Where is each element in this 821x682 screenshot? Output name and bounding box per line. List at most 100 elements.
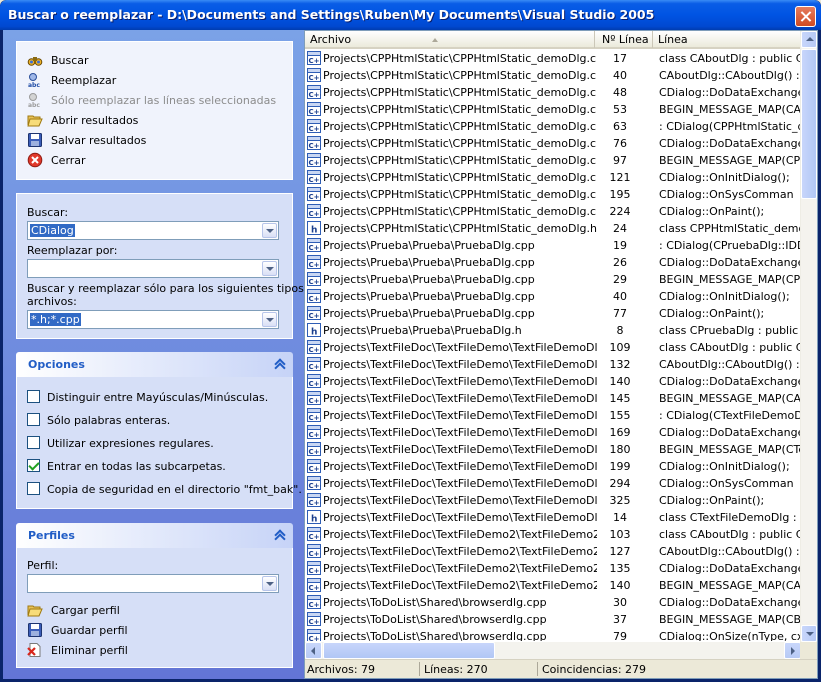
cell-line-text: : CDialog(CTextFileDemoDlg [659, 409, 801, 422]
table-row[interactable]: C++Projects\TextFileDoc\TextFileDemo\Tex… [305, 373, 801, 390]
table-row[interactable]: C++Projects\Prueba\Prueba\PruebaDlg.cpp 2… [305, 254, 801, 271]
svg-text:C++: C++ [309, 210, 322, 218]
table-row[interactable]: C++Projects\CPPHtmlStatic\CPPHtmlStatic_… [305, 84, 801, 101]
cell-line-number: 76 [613, 137, 627, 150]
table-row[interactable]: C++Projects\ToDoList\Shared\browserdlg.c… [305, 611, 801, 628]
table-row[interactable]: C++Projects\CPPHtmlStatic\CPPHtmlStatic_… [305, 101, 801, 118]
scroll-left-button[interactable] [305, 642, 322, 659]
table-row[interactable]: C++Projects\TextFileDoc\TextFileDemo\Tex… [305, 475, 801, 492]
table-row[interactable]: C++Projects\Prueba\Prueba\PruebaDlg.cpp 2… [305, 271, 801, 288]
cpp-file-icon: C++ [307, 204, 326, 218]
table-row[interactable]: C++Projects\TextFileDoc\TextFileDemo\Tex… [305, 424, 801, 441]
cpp-file-icon: C++ [307, 442, 326, 456]
match-case-checkbox[interactable] [27, 390, 40, 403]
vertical-scrollbar[interactable] [800, 31, 817, 643]
results-list[interactable]: Archivo Nº Línea Línea C++Projects\CPPHt… [304, 30, 818, 679]
vertical-scroll-thumb[interactable] [801, 49, 817, 199]
table-row[interactable]: C++Projects\Prueba\Prueba\PruebaDlg.cpp 1… [305, 237, 801, 254]
svg-text:C++: C++ [309, 108, 322, 116]
table-row[interactable]: h Projects\TextFileDoc\TextFileDemo\TextF… [305, 509, 801, 526]
horizontal-scroll-thumb[interactable] [323, 642, 495, 659]
table-row[interactable]: h Projects\Prueba\Prueba\PruebaDlg.h 8 clas… [305, 322, 801, 339]
svg-text:C++: C++ [309, 176, 322, 184]
cell-line-text: class CAboutDlg : public CDial [659, 52, 801, 65]
file-types-label: Buscar y reemplazar sólo para los siguie… [27, 282, 322, 295]
cell-file: Projects\TextFileDoc\TextFileDemo\TextFi… [323, 477, 597, 490]
cell-line-text: CDialog::DoDataExchange( [659, 562, 801, 575]
cell-file: Projects\CPPHtmlStatic\CPPHtmlStatic_dem… [323, 188, 597, 201]
subfolders-checkbox[interactable] [27, 459, 40, 472]
cell-file: Projects\CPPHtmlStatic\CPPHtmlStatic_dem… [323, 86, 597, 99]
action-label: Cerrar [51, 154, 86, 167]
table-row[interactable]: C++Projects\TextFileDoc\TextFileDemo\Tex… [305, 356, 801, 373]
table-row[interactable]: C++Projects\CPPHtmlStatic\CPPHtmlStatic_… [305, 50, 801, 67]
collapse-chevron-icon[interactable] [273, 357, 287, 371]
horizontal-scrollbar[interactable] [305, 642, 801, 659]
cell-file: Projects\CPPHtmlStatic\CPPHtmlStatic_dem… [323, 171, 597, 184]
profiles-header[interactable]: Perfiles [16, 523, 293, 548]
table-row[interactable]: C++Projects\ToDoList\Shared\browserdlg.c… [305, 594, 801, 611]
table-row[interactable]: C++Projects\TextFileDoc\TextFileDemo2\Te… [305, 577, 801, 594]
svg-text:C++: C++ [309, 448, 322, 456]
folder-open-icon [27, 602, 43, 618]
table-row[interactable]: C++Projects\CPPHtmlStatic\CPPHtmlStatic_… [305, 186, 801, 203]
scroll-up-button[interactable] [801, 31, 817, 48]
cell-line-number: 63 [613, 120, 627, 133]
column-header-archivo[interactable]: Archivo [305, 31, 595, 48]
cpp-file-icon: C++ [307, 425, 326, 439]
column-header-linea[interactable]: Línea [653, 31, 801, 48]
table-row[interactable]: C++Projects\CPPHtmlStatic\CPPHtmlStatic_… [305, 152, 801, 169]
table-row[interactable]: C++Projects\TextFileDoc\TextFileDemo\Tex… [305, 458, 801, 475]
table-row[interactable]: C++Projects\CPPHtmlStatic\CPPHtmlStatic_… [305, 67, 801, 84]
backup-checkbox[interactable] [27, 482, 40, 495]
find-dropdown-icon[interactable] [262, 223, 277, 238]
table-row[interactable]: C++Projects\CPPHtmlStatic\CPPHtmlStatic_… [305, 118, 801, 135]
binoculars-icon [27, 52, 43, 68]
window-close-button[interactable] [795, 6, 816, 27]
table-row[interactable]: C++Projects\TextFileDoc\TextFileDemo2\Te… [305, 560, 801, 577]
action-label: Salvar resultados [51, 134, 147, 147]
table-row[interactable]: C++Projects\TextFileDoc\TextFileDemo\Tex… [305, 339, 801, 356]
whole-words-checkbox[interactable] [27, 413, 40, 426]
table-row[interactable]: h Projects\CPPHtmlStatic\CPPHtmlStatic_de… [305, 220, 801, 237]
scroll-down-button[interactable] [801, 625, 817, 642]
regex-checkbox[interactable] [27, 436, 40, 449]
file-types-combobox[interactable]: *.h;*.cpp [27, 310, 279, 329]
scroll-right-button[interactable] [784, 642, 801, 659]
replace-combobox[interactable] [27, 259, 279, 278]
find-combobox[interactable]: CDialog [27, 221, 279, 240]
table-row[interactable]: C++Projects\TextFileDoc\TextFileDemo\Tex… [305, 390, 801, 407]
svg-text:C++: C++ [309, 91, 322, 99]
cell-line-number: 121 [609, 171, 631, 184]
table-row[interactable]: C++Projects\TextFileDoc\TextFileDemo2\Te… [305, 543, 801, 560]
options-header[interactable]: Opciones [16, 352, 293, 377]
table-row[interactable]: C++Projects\CPPHtmlStatic\CPPHtmlStatic_… [305, 135, 801, 152]
option-label: Sólo palabras enteras. [47, 414, 171, 427]
collapse-chevron-icon[interactable] [273, 528, 287, 542]
title-bar[interactable]: Buscar o reemplazar - D:\Documents and S… [0, 0, 821, 30]
table-row[interactable]: C++Projects\ToDoList\Shared\browserdlg.c… [305, 628, 801, 641]
cell-line-number: 40 [613, 290, 627, 303]
file-types-dropdown-icon[interactable] [262, 312, 277, 327]
cell-line-text: CAboutDlg::CAboutDlg() : CD [659, 358, 801, 371]
cell-line-text: CDialog::OnPaint(); [659, 494, 765, 507]
column-header-num-linea[interactable]: Nº Línea [595, 31, 653, 48]
svg-text:C++: C++ [309, 431, 322, 439]
table-row[interactable]: C++Projects\Prueba\Prueba\PruebaDlg.cpp 4… [305, 288, 801, 305]
svg-text:C++: C++ [309, 414, 322, 422]
table-row[interactable]: C++Projects\TextFileDoc\TextFileDemo2\Te… [305, 526, 801, 543]
table-row[interactable]: C++Projects\CPPHtmlStatic\CPPHtmlStatic_… [305, 203, 801, 220]
table-row[interactable]: C++Projects\TextFileDoc\TextFileDemo\Tex… [305, 492, 801, 509]
table-row[interactable]: C++Projects\CPPHtmlStatic\CPPHtmlStatic_… [305, 169, 801, 186]
cell-line-text: CAboutDlg::CAboutDlg() : CD [659, 545, 801, 558]
action-label: Sólo reemplazar las líneas seleccionadas [51, 94, 277, 107]
table-row[interactable]: C++Projects\TextFileDoc\TextFileDemo\Tex… [305, 407, 801, 424]
table-row[interactable]: C++Projects\TextFileDoc\TextFileDemo\Tex… [305, 441, 801, 458]
profile-dropdown-icon[interactable] [262, 576, 277, 591]
table-row[interactable]: C++Projects\Prueba\Prueba\PruebaDlg.cpp 7… [305, 305, 801, 322]
replace-dropdown-icon[interactable] [262, 261, 277, 276]
h-file-icon: h [307, 510, 321, 525]
profile-combobox[interactable] [27, 574, 279, 593]
cell-line-number: 29 [613, 273, 627, 286]
cell-line-text: BEGIN_MESSAGE_MAP(CPPH [659, 154, 801, 167]
